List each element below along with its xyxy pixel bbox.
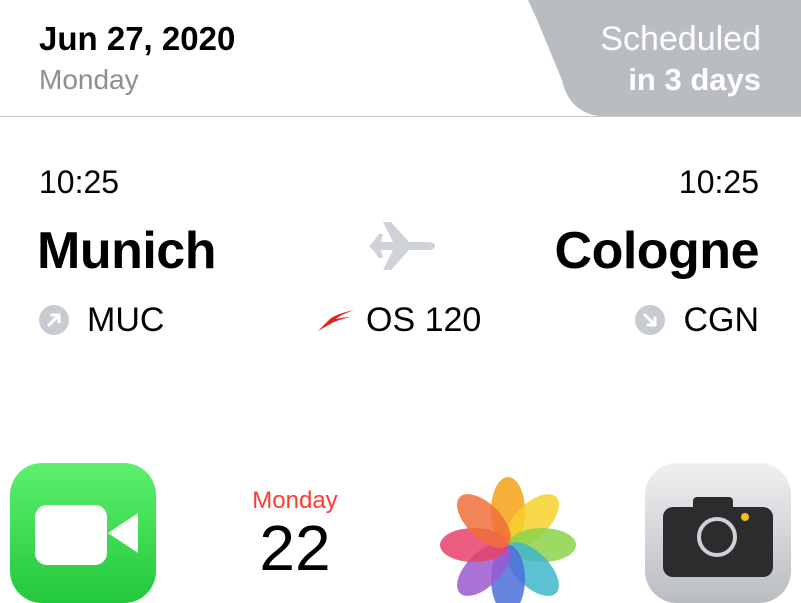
status-label: Scheduled <box>600 20 761 58</box>
departure-code-row: MUC <box>39 300 164 340</box>
flight-number-row: OS 120 <box>316 300 481 340</box>
arrival-time: 10:25 <box>678 164 759 200</box>
arrival-code-row: CGN <box>635 300 759 340</box>
airline-logo-icon <box>318 310 354 331</box>
departure-city: Munich <box>37 222 216 280</box>
arrival-code: CGN <box>683 300 759 339</box>
header-divider <box>0 116 801 117</box>
flight-card-header: Jun 27, 2020 Monday Scheduled in 3 days <box>0 0 801 117</box>
calendar-icon[interactable]: Monday 22 <box>210 463 380 603</box>
departure-time: 10:25 <box>39 164 120 200</box>
dock: Monday 22 <box>0 455 801 603</box>
arrival-arrow-icon <box>635 305 666 335</box>
calendar-date-number: 22 <box>259 512 331 584</box>
plane-icon <box>369 222 435 270</box>
status-countdown: in 3 days <box>628 62 761 97</box>
departure-arrow-icon <box>39 305 69 335</box>
flight-number: OS 120 <box>366 300 482 339</box>
flight-weekday: Monday <box>39 64 139 95</box>
departure-code: MUC <box>87 300 165 339</box>
arrival-city: Cologne <box>554 222 760 280</box>
camera-icon[interactable] <box>645 463 791 603</box>
flight-date: Jun 27, 2020 <box>39 20 236 57</box>
photos-icon[interactable] <box>438 463 578 603</box>
facetime-icon[interactable] <box>10 463 156 603</box>
